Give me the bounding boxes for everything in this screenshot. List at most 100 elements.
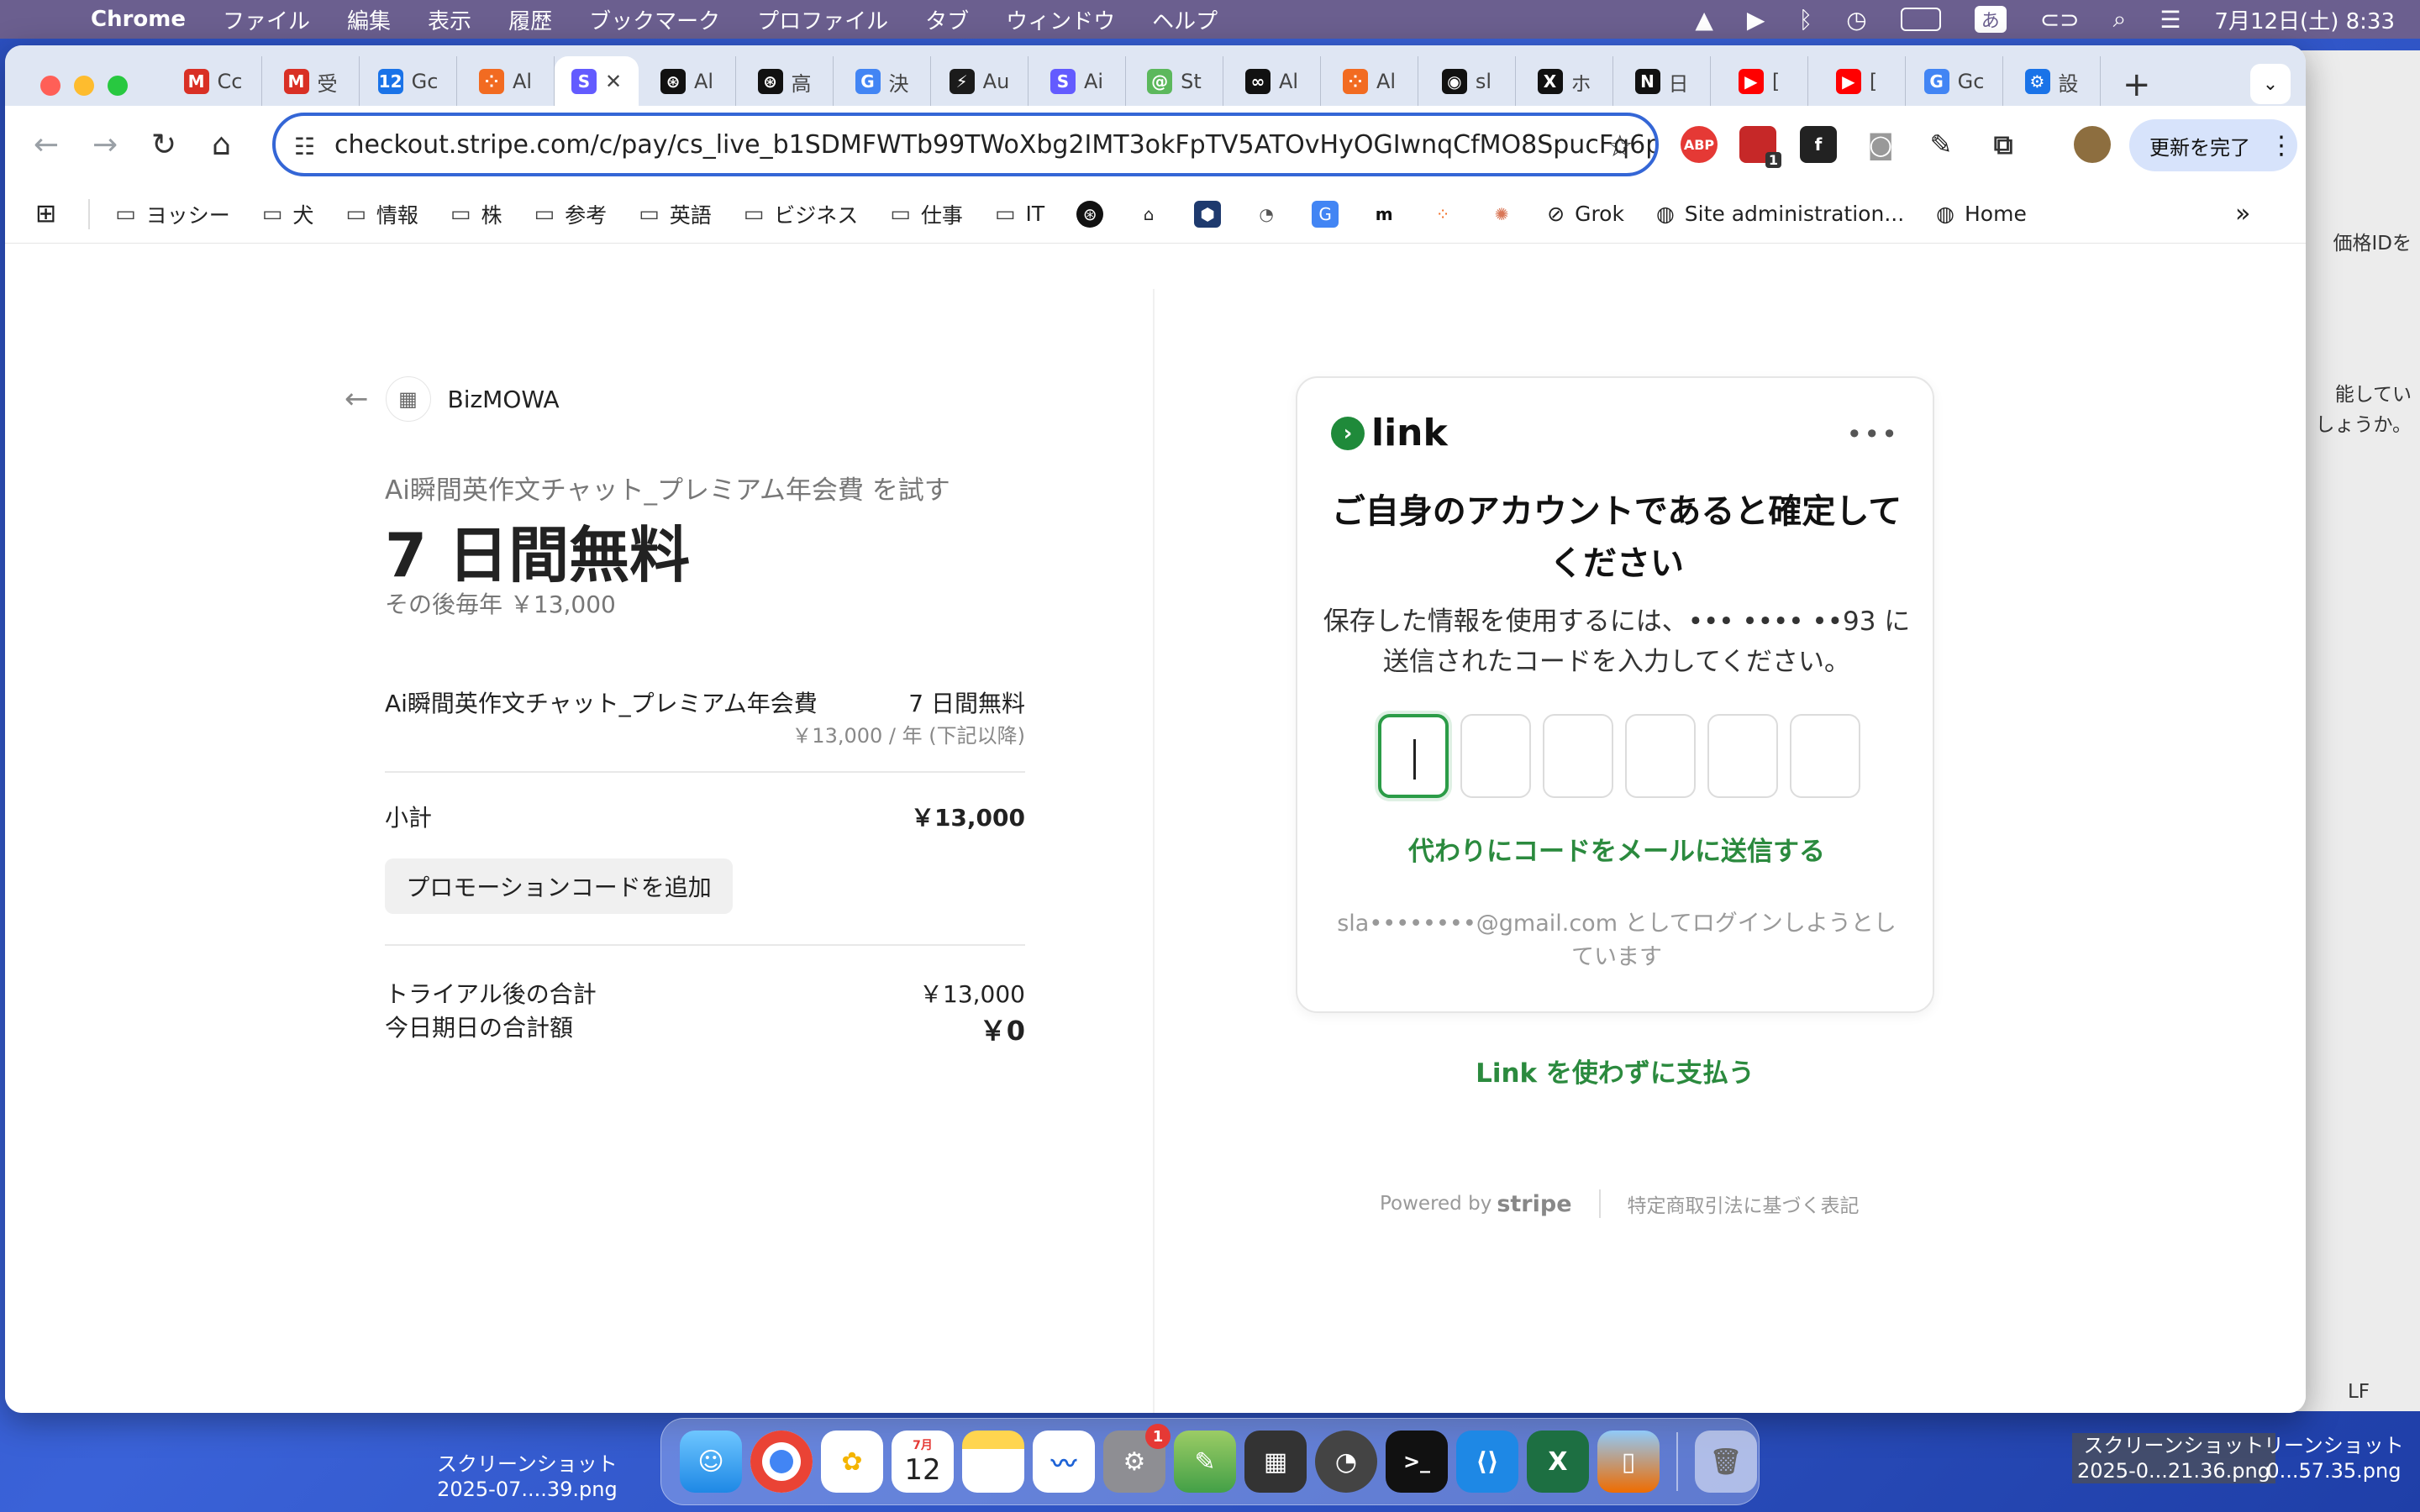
bookmark-folder-business[interactable]: ▭ ビジネス: [744, 199, 859, 229]
tab[interactable]: ⁘ Al: [1321, 56, 1418, 107]
legal-notice-link[interactable]: 特定商取引法に基づく表記: [1628, 1189, 1860, 1218]
reload-button[interactable]: ↻: [151, 128, 176, 162]
claude-bookmark-icon[interactable]: ✺: [1488, 201, 1515, 228]
openai-bookmark-icon[interactable]: ⊛: [1076, 200, 1104, 228]
close-window-button[interactable]: [40, 76, 60, 96]
bookmark-grok[interactable]: ⊘ Grok: [1547, 202, 1624, 226]
tab[interactable]: M受: [262, 56, 360, 107]
desktop-file-screenshot[interactable]: スクリーンショット 2025-07....39.png: [437, 1452, 618, 1502]
pay-without-link-button[interactable]: Link を使わずに支払う: [1155, 1052, 2075, 1089]
new-tab-button[interactable]: +: [2123, 66, 2151, 104]
tab[interactable]: ⚡ Au: [931, 56, 1028, 107]
excel-icon[interactable]: X: [1527, 1431, 1589, 1493]
stripe-logo[interactable]: stripe: [1497, 1191, 1571, 1217]
tab[interactable]: 12 Gc: [360, 56, 457, 107]
time-machine-icon[interactable]: ◷: [1846, 6, 1866, 34]
tab[interactable]: ▶[: [1808, 56, 1906, 107]
more-menu-icon[interactable]: ⋮: [2269, 131, 2294, 160]
tab[interactable]: ◉ sl: [1418, 56, 1516, 107]
apps-grid-icon[interactable]: ⊞: [35, 199, 56, 228]
site-info-icon[interactable]: ☷: [294, 133, 315, 160]
control-center-icon[interactable]: ☰: [2160, 6, 2181, 34]
photos-icon[interactable]: ✿: [821, 1431, 883, 1493]
tab[interactable]: G決: [834, 56, 931, 107]
notes-icon[interactable]: [962, 1431, 1024, 1493]
freeform-icon[interactable]: 〰: [1033, 1431, 1095, 1493]
bookmark-folder-it[interactable]: ▭ IT: [995, 202, 1044, 227]
terminal-icon[interactable]: >_: [1386, 1431, 1448, 1493]
bookmark-folder-yoshi[interactable]: ▭ ヨッシー: [115, 199, 230, 229]
bookmark-star-icon[interactable]: ☆: [1607, 129, 1634, 164]
tab[interactable]: ∞ Al: [1223, 56, 1321, 107]
menu-bookmarks[interactable]: ブックマーク: [589, 4, 720, 35]
send-code-by-email-link[interactable]: 代わりにコードをメールに送信する: [1297, 830, 1936, 868]
history-bookmark-icon[interactable]: ◔: [1253, 201, 1280, 228]
address-bar[interactable]: ☷ checkout.stripe.com/c/pay/cs_live_b1SD…: [272, 113, 1659, 176]
menu-tab[interactable]: タブ: [925, 4, 969, 35]
otp-digit-3[interactable]: [1543, 714, 1613, 798]
tab[interactable]: M Cc: [165, 56, 262, 107]
line-ending-label[interactable]: LF: [2348, 1381, 2370, 1403]
back-button[interactable]: ←: [34, 128, 59, 162]
bookmark-home[interactable]: ◍ Home: [1936, 202, 2027, 226]
adblock-icon[interactable]: ABP: [1681, 126, 1718, 163]
tab[interactable]: ⚙ 設: [2003, 56, 2101, 107]
bookmark-folder-dog[interactable]: ▭ 犬: [262, 199, 314, 229]
bookmark-site-admin[interactable]: ◍ Site administration...: [1656, 202, 1904, 226]
bookmark-folder-info[interactable]: ▭ 情報: [345, 199, 418, 229]
bookmarks-overflow-icon[interactable]: »: [2235, 199, 2250, 228]
home-button[interactable]: ⌂: [212, 128, 231, 162]
desktop-file-screenshot[interactable]: リーンショット 0...57.35.png: [2264, 1433, 2404, 1483]
link-icon[interactable]: ⊂⊃: [2040, 6, 2080, 34]
trash-icon[interactable]: 🗑: [1695, 1431, 1757, 1493]
close-tab-icon[interactable]: ✕: [605, 70, 622, 93]
hex-bookmark-icon[interactable]: ⬢: [1194, 200, 1222, 228]
tab[interactable]: N日: [1613, 56, 1711, 107]
minimize-window-button[interactable]: [74, 76, 94, 96]
system-settings-icon[interactable]: ⚙ 1: [1103, 1424, 1171, 1493]
forward-button[interactable]: →: [92, 128, 118, 162]
add-promo-code-button[interactable]: プロモーションコードを追加: [385, 858, 733, 914]
tab[interactable]: Xホ: [1516, 56, 1613, 107]
otp-digit-1[interactable]: [1378, 714, 1449, 798]
calendar-icon[interactable]: 7月 12: [892, 1431, 954, 1493]
iphone-mirroring-icon[interactable]: ▯: [1597, 1431, 1660, 1493]
bluetooth-icon[interactable]: ᛒ: [1798, 6, 1812, 34]
tab[interactable]: G Gc: [1906, 56, 2003, 107]
drive-icon[interactable]: ▲: [1695, 6, 1713, 34]
home-bookmark-icon[interactable]: ⌂: [1135, 201, 1162, 228]
menu-history[interactable]: 履歴: [508, 4, 552, 35]
dots-bookmark-icon[interactable]: ⁘: [1429, 201, 1456, 228]
bookmark-folder-english[interactable]: ▭ 英語: [639, 199, 712, 229]
maps-icon[interactable]: ✎: [1174, 1431, 1236, 1493]
tab-active[interactable]: S ✕: [555, 56, 639, 107]
tab[interactable]: ▶[: [1711, 56, 1808, 107]
desktop-file-screenshot[interactable]: スクリーンショット 2025-0...21.36.png: [2072, 1433, 2275, 1483]
bookmark-folder-work[interactable]: ▭ 仕事: [890, 199, 963, 229]
bookmark-folder-stocks[interactable]: ▭ 株: [450, 199, 502, 229]
clock[interactable]: 7月12日(土) 8:33: [2214, 4, 2395, 35]
extensions-puzzle-icon[interactable]: ⧉: [1985, 126, 2022, 163]
activity-icon[interactable]: ◔: [1315, 1431, 1377, 1493]
tab[interactable]: S Ai: [1028, 56, 1126, 107]
menu-window[interactable]: ウィンドウ: [1006, 4, 1115, 35]
font-extension-icon[interactable]: f: [1800, 126, 1837, 163]
menu-view[interactable]: 表示: [428, 4, 471, 35]
more-options-icon[interactable]: •••: [1846, 418, 1899, 450]
menu-app-chrome[interactable]: Chrome: [91, 7, 186, 32]
menu-edit[interactable]: 編集: [347, 4, 391, 35]
menu-file[interactable]: ファイル: [223, 4, 310, 35]
update-button[interactable]: 更新を完了 ⋮: [2129, 119, 2297, 171]
tab[interactable]: ⊛ 高: [736, 56, 834, 107]
chrome-icon[interactable]: [750, 1431, 813, 1493]
otp-digit-5[interactable]: [1707, 714, 1778, 798]
menu-profile[interactable]: プロファイル: [757, 4, 888, 35]
tab[interactable]: ⊛ Al: [639, 56, 736, 107]
search-icon[interactable]: ⌕: [2113, 5, 2127, 34]
tab[interactable]: @ St: [1126, 56, 1223, 107]
bookmark-folder-reference[interactable]: ▭ 参考: [534, 199, 608, 229]
input-method-indicator[interactable]: あ: [1974, 6, 2007, 33]
tab[interactable]: ⁘ Al: [457, 56, 555, 107]
eyedropper-icon[interactable]: ✎: [1923, 126, 1960, 163]
profile-avatar[interactable]: [2074, 126, 2111, 163]
